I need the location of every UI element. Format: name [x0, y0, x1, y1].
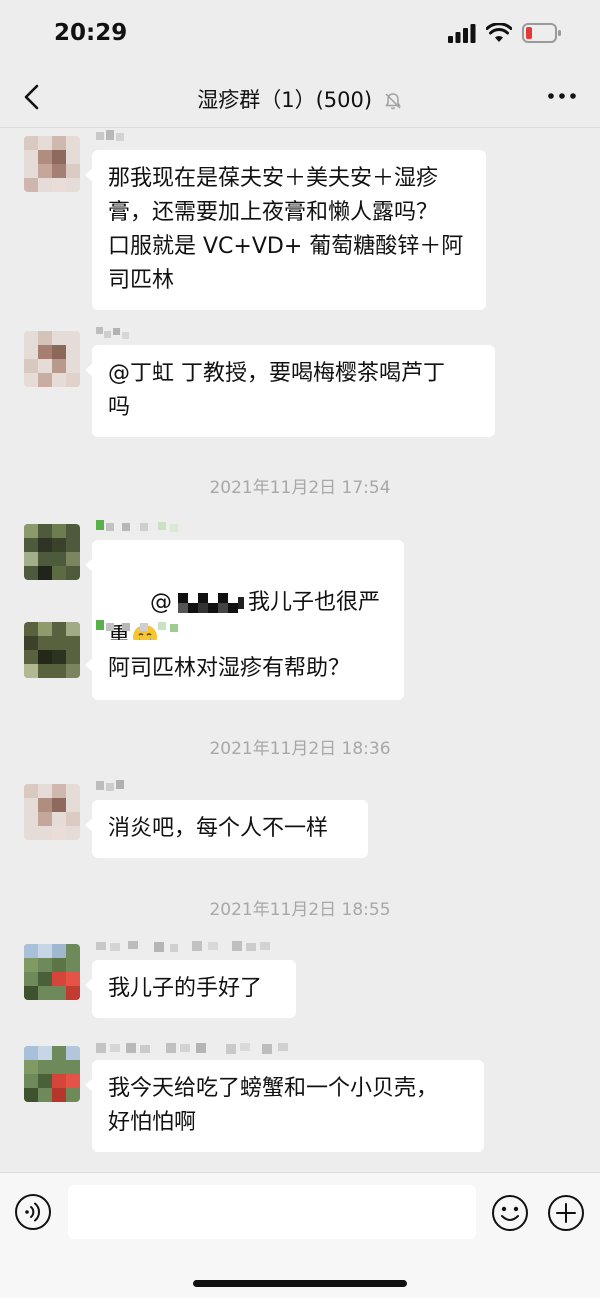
nickname-blurred [96, 520, 178, 532]
chat-messages[interactable]: 那我现在是葆夫安＋美夫安＋湿疹 膏，还需要加上夜膏和懒人露吗？ 口服就是 VC+… [0, 128, 600, 1172]
wifi-icon [486, 23, 512, 42]
chat-title-text: 湿疹群（1）(500) [197, 88, 373, 112]
message-bubble[interactable]: 消炎吧，每个人不一样 [85, 800, 368, 858]
status-time: 20:29 [54, 20, 128, 46]
message-bubble[interactable]: 我儿子的手好了 [85, 960, 296, 1018]
timestamp: 2021年11月2日 18:36 [209, 739, 391, 759]
nickname-blurred [96, 941, 270, 952]
avatar[interactable] [24, 622, 80, 678]
avatar[interactable] [24, 944, 80, 1000]
chat-title: 湿疹群（1）(500) [0, 84, 600, 114]
avatar[interactable] [24, 784, 80, 840]
avatar[interactable] [24, 524, 80, 580]
message-bubble[interactable]: 那我现在是葆夫安＋美夫安＋湿疹 膏，还需要加上夜膏和懒人露吗？ 口服就是 VC+… [85, 150, 486, 310]
status-icons [448, 22, 562, 44]
battery-icon [522, 23, 561, 43]
timestamp: 2021年11月2日 18:55 [209, 900, 391, 920]
mention-name-blurred [173, 591, 246, 615]
nickname-blurred [96, 780, 124, 791]
nickname-blurred [96, 327, 129, 339]
home-indicator[interactable] [193, 1280, 407, 1287]
nickname-blurred [96, 620, 178, 632]
message-bubble[interactable]: @丁虹 丁教授，要喝梅樱茶喝芦丁 吗 [85, 345, 495, 437]
timestamp: 2021年11月2日 17:54 [209, 478, 391, 498]
status-bar: 20:29 [0, 0, 600, 66]
nickname-blurred [96, 130, 124, 141]
message-input[interactable] [68, 1185, 476, 1239]
avatar[interactable] [24, 136, 80, 192]
chat-header: 湿疹群（1）(500) [0, 66, 600, 128]
nickname-blurred [96, 1043, 288, 1054]
more-dots-icon[interactable] [546, 86, 578, 106]
voice-icon[interactable] [14, 1193, 52, 1231]
emoji-icon[interactable] [490, 1193, 530, 1233]
avatar[interactable] [24, 331, 80, 387]
message-bubble[interactable]: 我今天给吃了螃蟹和一个小贝壳， 好怕怕啊 [85, 1060, 484, 1152]
message-bubble[interactable]: 阿司匹林对湿疹有帮助？ [85, 640, 380, 698]
signal-icon [448, 24, 476, 43]
avatar[interactable] [24, 1046, 80, 1102]
plus-icon[interactable] [546, 1193, 586, 1233]
mention-prefix: @ [149, 590, 172, 615]
bell-muted-icon [384, 93, 401, 110]
